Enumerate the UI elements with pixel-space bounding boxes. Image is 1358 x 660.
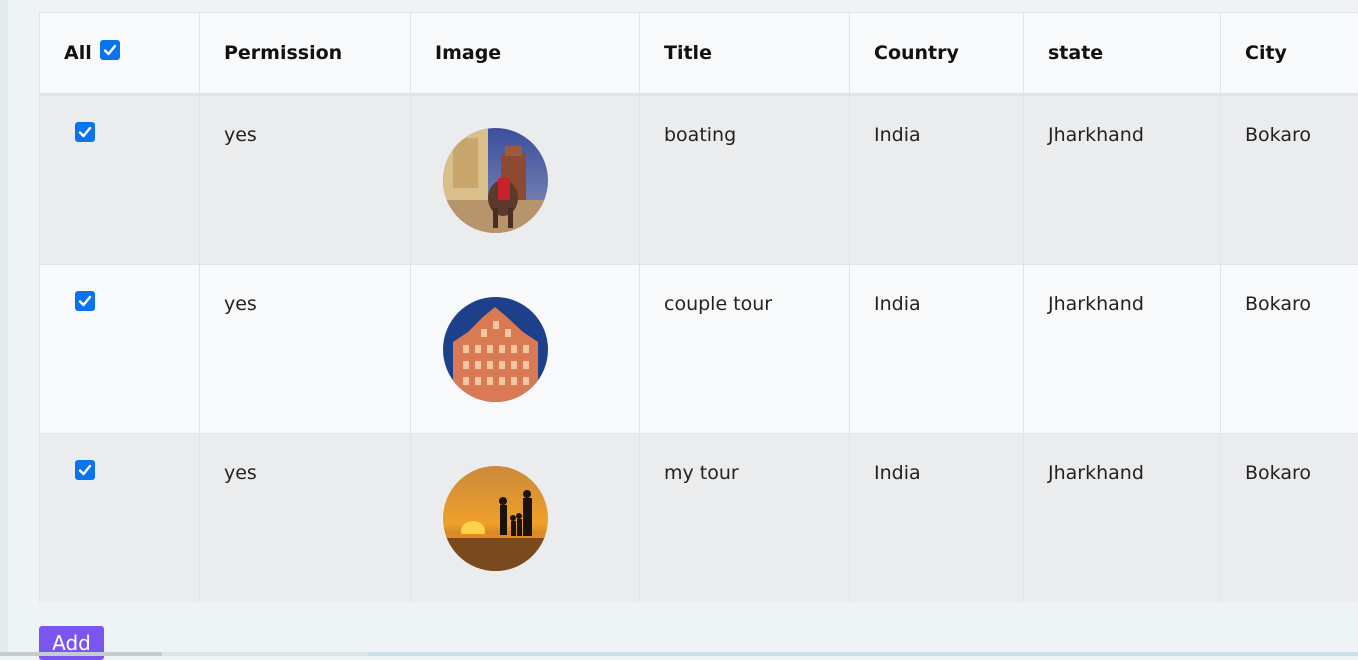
header-all-label: All [64,42,92,64]
scrollbar-thumb[interactable] [0,652,162,656]
scrollbar-track-segment [162,652,368,656]
title-cell: couple tour [640,265,850,434]
header-country: Country [850,13,1024,95]
city-cell: Bokaro [1221,434,1358,603]
table-container: All Permission Image Title Country state… [39,12,1358,602]
row-checkbox[interactable] [75,122,95,142]
title-value: boating [664,96,825,146]
row-select-cell [40,434,200,603]
state-cell: Jharkhand [1024,95,1221,265]
permission-cell: yes [200,265,411,434]
permission-cell: yes [200,434,411,603]
row-checkbox[interactable] [75,291,95,311]
select-all-checkbox[interactable] [100,40,120,60]
left-rail [0,0,8,656]
checkmark-icon [102,42,118,58]
city-cell: Bokaro [1221,95,1358,265]
country-value: India [874,96,999,146]
permission-value: yes [224,265,386,315]
title-cell: boating [640,95,850,265]
header-state: state [1024,13,1221,95]
header-all: All [40,13,200,95]
country-cell: India [850,434,1024,603]
header-title: Title [640,13,850,95]
table-row: yes [40,434,1358,603]
horizontal-scrollbar[interactable] [0,652,1358,656]
city-value: Bokaro [1245,96,1345,146]
permission-value: yes [224,434,386,484]
checkmark-icon [77,293,93,309]
permission-value: yes [224,96,386,146]
state-value: Jharkhand [1048,265,1196,315]
row-select-cell [40,265,200,434]
scrollbar-track [368,652,1358,656]
state-value: Jharkhand [1048,96,1196,146]
title-value: my tour [664,434,825,484]
amber-fort-elephant-photo [443,128,548,233]
hawa-mahal-palace-photo [443,297,548,402]
city-cell: Bokaro [1221,265,1358,434]
country-value: India [874,265,999,315]
checkmark-icon [77,462,93,478]
country-value: India [874,434,999,484]
table-row: yes [40,95,1358,265]
sunset-beach-family-photo [443,466,548,571]
city-value: Bokaro [1245,434,1345,484]
city-value: Bokaro [1245,265,1345,315]
tours-table: All Permission Image Title Country state… [39,12,1358,602]
permission-cell: yes [200,95,411,265]
image-cell [411,95,640,265]
image-cell [411,434,640,603]
header-permission: Permission [200,13,411,95]
image-cell [411,265,640,434]
table-header-row: All Permission Image Title Country state… [40,13,1358,95]
title-cell: my tour [640,434,850,603]
country-cell: India [850,265,1024,434]
state-cell: Jharkhand [1024,434,1221,603]
header-image: Image [411,13,640,95]
row-checkbox[interactable] [75,460,95,480]
table-row: yes couple tour India [40,265,1358,434]
header-city: City [1221,13,1358,95]
country-cell: India [850,95,1024,265]
state-value: Jharkhand [1048,434,1196,484]
title-value: couple tour [664,265,825,315]
row-select-cell [40,95,200,265]
checkmark-icon [77,124,93,140]
state-cell: Jharkhand [1024,265,1221,434]
